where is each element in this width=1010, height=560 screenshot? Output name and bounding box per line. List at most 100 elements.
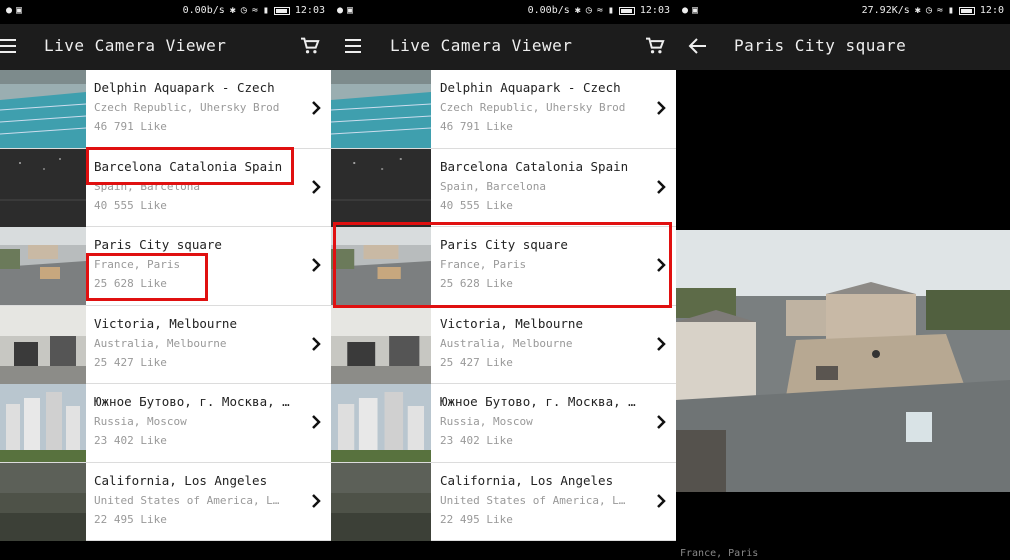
hamburger-menu-icon[interactable] [0,39,16,53]
status-bar: ● ▣ 0.00b/s ✱ ◷ ≈ ▮ 12:03 [0,0,331,24]
camera-location: Czech Republic, Uhersky Brod [94,101,280,114]
battery-icon [958,6,975,15]
camera-likes: 23 402 Like [440,434,513,447]
camera-thumbnail [331,305,431,384]
camera-thumbnail [331,148,431,227]
camera-title: Южное Бутово, г. Москва, … [94,394,290,409]
list-item[interactable]: Barcelona Catalonia Spain Spain, Barcelo… [331,148,676,227]
chevron-right-icon [312,179,321,194]
camera-likes: 46 791 Like [440,120,513,133]
camera-title: Barcelona Catalonia Spain [94,158,283,174]
camera-thumbnail [0,305,86,384]
camera-thumbnail [331,384,431,462]
camera-location: United States of America, L… [94,493,280,507]
camera-video-player[interactable] [676,230,1010,492]
camera-likes: 40 555 Like [94,198,167,212]
camera-title: Barcelona Catalonia Spain [440,158,629,174]
battery-icon [273,6,290,15]
chevron-right-icon [312,415,321,429]
camera-title: California, Los Angeles [440,472,614,488]
notification-bell-icon: ● [337,5,344,16]
image-icon: ▣ [16,5,23,16]
list-item[interactable]: California, Los Angeles United States of… [331,462,676,541]
wifi-icon: ≈ [596,5,603,16]
camera-title: Paris City square [440,237,568,252]
camera-likes: 22 495 Like [440,512,513,526]
notification-bell-icon: ● [682,5,689,16]
camera-location: Russia, Moscow [440,415,533,428]
notification-icons: ● ▣ [337,5,353,16]
camera-list: Delphin Aquapark - Czech Czech Republic,… [331,70,676,541]
camera-likes: 25 628 Like [440,277,513,290]
status-bar: ● ▣ 27.92K/s ✱ ◷ ≈ ▮ 12:0 [676,0,1010,24]
camera-thumbnail [0,148,86,227]
camera-location: Australia, Melbourne [94,336,227,350]
list-item[interactable]: Paris City square France, Paris 25 628 L… [331,227,676,306]
camera-likes: 46 791 Like [94,120,167,133]
alarm-icon: ◷ [925,5,932,16]
camera-title: Victoria, Melbourne [440,315,583,331]
alarm-icon: ◷ [585,5,592,16]
bluetooth-icon: ✱ [574,5,581,16]
camera-thumbnail [0,462,86,541]
image-icon: ▣ [347,5,354,16]
camera-title: Delphin Aquapark - Czech [440,80,621,95]
camera-location: United States of America, L… [440,493,626,507]
bluetooth-icon: ✱ [229,5,236,16]
battery-icon [618,6,635,15]
list-item[interactable]: Южное Бутово, г. Москва, … Russia, Mosco… [0,384,331,463]
camera-thumbnail [0,227,86,305]
back-arrow-icon[interactable] [688,36,708,56]
alarm-icon: ◷ [240,5,247,16]
camera-location: Australia, Melbourne [440,336,573,350]
camera-thumbnail [0,70,86,148]
chevron-right-icon [657,258,666,272]
camera-location: France, Paris [94,258,181,271]
camera-location: Russia, Moscow [94,415,187,428]
list-item[interactable]: Paris City square France, Paris 25 628 L… [0,227,331,306]
camera-thumbnail [331,227,431,305]
notification-icons: ● ▣ [6,5,22,16]
cart-icon[interactable] [300,37,320,55]
status-bar: ● ▣ 0.00b/s ✱ ◷ ≈ ▮ 12:03 [331,0,676,24]
camera-likes: 23 402 Like [94,434,167,447]
net-speed: 27.92K/s [861,5,910,16]
app-bar: Live Camera Viewer [0,24,331,70]
chevron-right-icon [312,493,321,508]
camera-thumbnail [0,384,86,462]
camera-location: Czech Republic, Uhersky Brod [440,101,626,114]
wifi-icon: ≈ [251,5,258,16]
chevron-right-icon [657,415,666,429]
list-item[interactable]: Delphin Aquapark - Czech Czech Republic,… [0,70,331,149]
cart-icon[interactable] [645,37,665,55]
image-icon: ▣ [692,5,699,16]
chevron-right-icon [312,101,321,115]
camera-likes: 25 427 Like [440,355,513,369]
clock: 12:03 [294,5,325,16]
wifi-icon: ≈ [936,5,943,16]
notification-icons: ● ▣ [682,5,698,16]
hamburger-menu-icon[interactable] [345,39,361,53]
list-item[interactable]: Victoria, Melbourne Australia, Melbourne… [0,305,331,384]
signal-icon: ▮ [262,5,269,16]
camera-title: Paris City square [94,237,222,252]
app-bar: Paris City square [676,24,1010,70]
camera-thumbnail [331,462,431,541]
camera-list: Delphin Aquapark - Czech Czech Republic,… [0,70,331,541]
chevron-right-icon [312,336,321,351]
list-item[interactable]: Delphin Aquapark - Czech Czech Republic,… [331,70,676,149]
chevron-right-icon [657,179,666,194]
app-title: Live Camera Viewer [390,36,573,55]
camera-likes: 22 495 Like [94,512,167,526]
list-item[interactable]: Barcelona Catalonia Spain Spain, Barcelo… [0,148,331,227]
clock: 12:0 [979,5,1004,16]
camera-likes: 40 555 Like [440,198,513,212]
bluetooth-icon: ✱ [914,5,921,16]
camera-likes: 25 427 Like [94,355,167,369]
list-item[interactable]: Южное Бутово, г. Москва, … Russia, Mosco… [331,384,676,463]
screen-camera-detail: ● ▣ 27.92K/s ✱ ◷ ≈ ▮ 12:0 Paris City squ… [676,0,1010,560]
signal-icon: ▮ [607,5,614,16]
screen-list-1: ● ▣ 0.00b/s ✱ ◷ ≈ ▮ 12:03 Live Camera Vi… [0,0,331,560]
list-item[interactable]: Victoria, Melbourne Australia, Melbourne… [331,305,676,384]
list-item[interactable]: California, Los Angeles United States of… [0,462,331,541]
